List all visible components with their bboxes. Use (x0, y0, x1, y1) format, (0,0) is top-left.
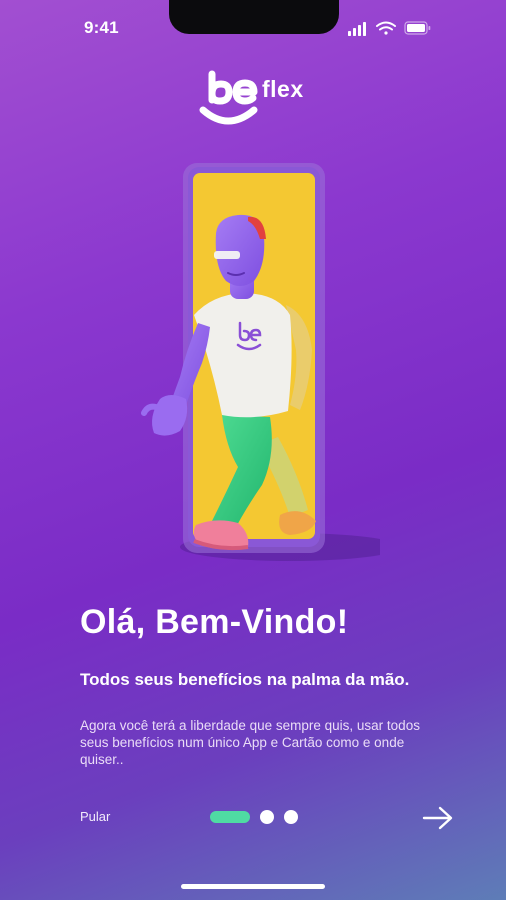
wifi-icon (376, 21, 396, 35)
welcome-description: Agora você terá a liberdade que sempre q… (80, 718, 420, 767)
device-notch (169, 0, 339, 34)
hero-illustration (141, 163, 380, 561)
welcome-subtitle: Todos seus benefícios na palma da mão. (80, 670, 410, 689)
onboarding-screen: 9:41 flex Olá, Bem-Vindo! Todos seus ben… (0, 0, 506, 900)
pagination-dots (208, 808, 308, 826)
pagination-dot (260, 810, 274, 824)
arrow-right-icon[interactable] (420, 803, 456, 833)
character-glasses (214, 251, 240, 259)
logo-flex-text: flex (262, 76, 304, 102)
status-icons (348, 21, 431, 36)
pagination-dot-active (210, 811, 250, 823)
pagination-dot (284, 810, 298, 824)
welcome-title: Olá, Bem-Vindo! (80, 603, 349, 641)
status-time: 9:41 (84, 18, 119, 37)
home-indicator (181, 884, 325, 889)
status-bar: 9:41 (0, 0, 506, 58)
battery-icon (404, 21, 431, 35)
skip-button[interactable]: Pular (80, 809, 110, 824)
character-hand (152, 395, 188, 436)
cellular-signal-icon (348, 22, 366, 36)
